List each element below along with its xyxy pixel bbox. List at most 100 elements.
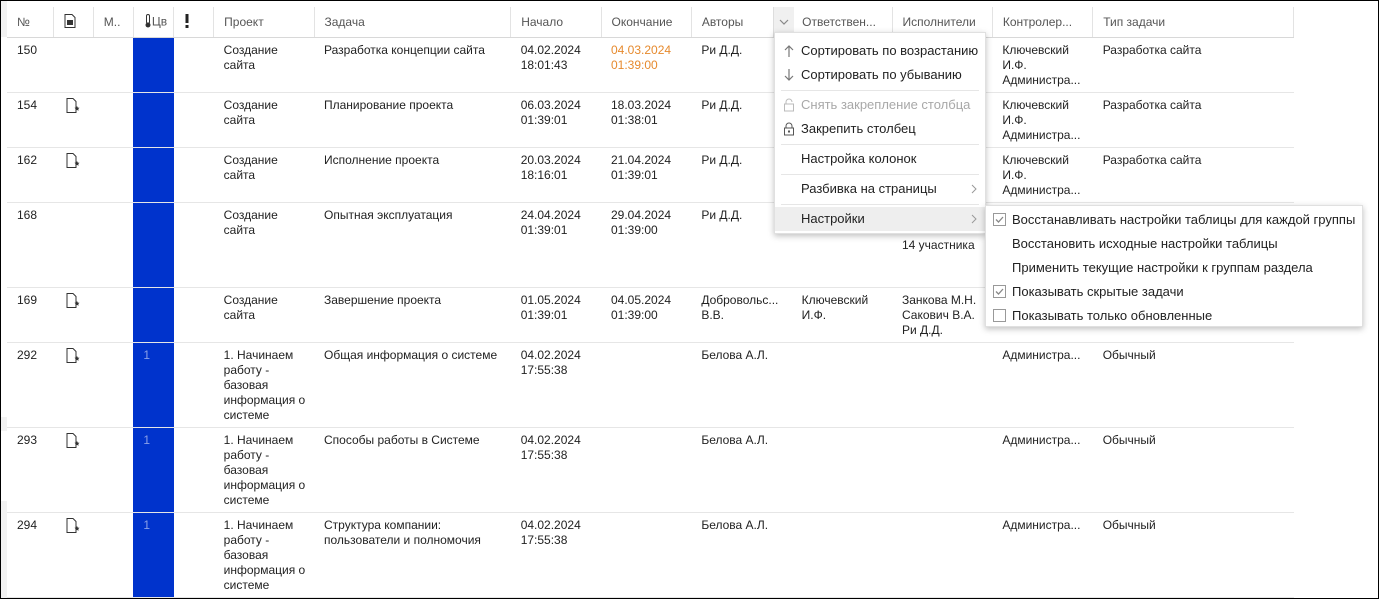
sort-ascending-label: Сортировать по возрастанию bbox=[801, 43, 979, 58]
column-settings-item[interactable]: Настройка колонок bbox=[775, 147, 985, 171]
cell-color: 1 bbox=[133, 427, 174, 513]
cell-attachment[interactable] bbox=[53, 342, 94, 428]
cell-color bbox=[133, 202, 174, 288]
lock-icon bbox=[784, 98, 794, 112]
cell-attachment[interactable] bbox=[53, 287, 94, 343]
col-header-task-type[interactable]: Тип задачи bbox=[1092, 7, 1294, 38]
cell-start: 04.02.2024 18:01:43 bbox=[510, 37, 601, 93]
cell-task: Способы работы в Системе bbox=[314, 427, 511, 513]
table-row[interactable]: 162 Создание сайта Исполнение проекта 20.03… bbox=[7, 147, 1294, 203]
col-header-task[interactable]: Задача bbox=[314, 7, 512, 38]
menu-divider bbox=[781, 174, 979, 175]
cell-number: 150 bbox=[7, 37, 54, 93]
table-row[interactable]: 292 1 1. Начинаем работу - базовая информа… bbox=[7, 342, 1294, 428]
cell-task: Завершение проекта bbox=[314, 287, 511, 343]
cell-end: 18.03.2024 01:38:01 bbox=[601, 92, 692, 148]
cell-project: Создание сайта bbox=[213, 92, 314, 148]
cell-m bbox=[93, 287, 134, 343]
cell-responsible bbox=[791, 342, 892, 428]
cell-number: 162 bbox=[7, 147, 54, 203]
thermometer-icon bbox=[144, 13, 152, 31]
sort-ascending-item[interactable]: Сортировать по возрастанию bbox=[775, 39, 985, 63]
cell-executors bbox=[892, 342, 993, 428]
settings-option[interactable]: Показывать скрытые задачи bbox=[986, 280, 1362, 304]
settings-item[interactable]: Настройки bbox=[775, 207, 985, 231]
document-star-icon[interactable] bbox=[66, 98, 80, 114]
cell-m bbox=[93, 202, 134, 288]
pin-column-item[interactable]: Закрепить столбец bbox=[775, 117, 985, 141]
document-star-icon[interactable] bbox=[66, 518, 80, 534]
cell-executors: Занкова М.Н. Сакович В.А. Ри Д.Д. bbox=[892, 287, 993, 343]
unpin-column-item[interactable]: Снять закрепление столбца bbox=[775, 93, 985, 117]
cell-priority bbox=[173, 287, 214, 343]
cell-controller: Ключевский И.Ф. Администра... bbox=[992, 37, 1093, 93]
cell-controller: Администра... bbox=[992, 427, 1093, 513]
settings-option-label: Восстановить исходные настройки таблицы bbox=[1012, 236, 1278, 251]
cell-project: Создание сайта bbox=[213, 202, 314, 288]
document-star-icon[interactable] bbox=[66, 293, 80, 309]
cell-start: 04.02.2024 17:55:38 bbox=[510, 342, 601, 428]
settings-submenu: Восстанавливать настройки таблицы для ка… bbox=[985, 205, 1363, 327]
document-star-icon[interactable] bbox=[66, 348, 80, 364]
col-header-color-label: Цв bbox=[151, 14, 168, 29]
cell-task-type: Разработка сайта bbox=[1092, 92, 1294, 148]
cell-start: 24.04.2024 01:39:01 bbox=[510, 202, 601, 288]
col-header-attachment[interactable] bbox=[53, 7, 94, 38]
settings-option[interactable]: Применить текущие настройки к группам ра… bbox=[986, 256, 1362, 280]
cell-number: 154 bbox=[7, 92, 54, 148]
settings-option[interactable]: Показывать только обновленные bbox=[986, 304, 1362, 328]
cell-executors bbox=[892, 512, 993, 598]
cell-color: 1 bbox=[133, 512, 174, 598]
col-header-color[interactable]: Цв bbox=[133, 7, 175, 38]
cell-priority bbox=[173, 512, 214, 598]
cell-end: 21.04.2024 01:39:01 bbox=[601, 147, 692, 203]
cell-end bbox=[601, 512, 692, 598]
header-row: № М.. Цв Проект Задача Начало Окончание … bbox=[7, 7, 1294, 38]
paging-item[interactable]: Разбивка на страницы bbox=[775, 177, 985, 201]
document-star-icon[interactable] bbox=[66, 433, 80, 449]
cell-color: 1 bbox=[133, 342, 174, 428]
document-star-icon[interactable] bbox=[66, 153, 80, 169]
col-header-controller[interactable]: Контролер... bbox=[992, 7, 1094, 38]
col-header-priority[interactable] bbox=[173, 7, 215, 38]
cell-attachment[interactable] bbox=[53, 427, 94, 513]
settings-option-label: Показывать скрытые задачи bbox=[1012, 284, 1184, 299]
cell-attachment[interactable] bbox=[53, 92, 94, 148]
cell-task-type: Обычный bbox=[1092, 342, 1294, 428]
cell-attachment bbox=[53, 202, 94, 288]
col-header-m[interactable]: М.. bbox=[93, 7, 134, 38]
cell-attachment[interactable] bbox=[53, 512, 94, 598]
table-row[interactable]: 294 1 1. Начинаем работу - базовая информа… bbox=[7, 512, 1294, 598]
table-row[interactable]: 154 Создание сайта Планирование проекта 06.… bbox=[7, 92, 1294, 148]
sort-descending-item[interactable]: Сортировать по убыванию bbox=[775, 63, 985, 87]
col-header-start[interactable]: Начало bbox=[510, 7, 602, 38]
settings-option[interactable]: Восстанавливать настройки таблицы для ка… bbox=[986, 208, 1362, 232]
cell-priority bbox=[173, 37, 214, 93]
checked-checkbox[interactable] bbox=[993, 213, 1006, 226]
settings-option[interactable]: Восстановить исходные настройки таблицы bbox=[986, 232, 1362, 256]
arrow-down-icon bbox=[784, 69, 794, 81]
cell-authors: Добровольс... В.В. bbox=[691, 287, 792, 343]
cell-responsible bbox=[791, 427, 892, 513]
cell-m bbox=[93, 512, 134, 598]
checkbox[interactable] bbox=[993, 309, 1006, 322]
col-header-project[interactable]: Проект bbox=[213, 7, 315, 38]
document-image-icon bbox=[64, 13, 76, 31]
cell-project: 1. Начинаем работу - базовая информация … bbox=[213, 427, 314, 513]
arrow-up-icon bbox=[784, 45, 794, 57]
col-header-number[interactable]: № bbox=[7, 7, 54, 38]
table-row[interactable]: 293 1 1. Начинаем работу - базовая информа… bbox=[7, 427, 1294, 513]
menu-divider bbox=[781, 90, 979, 91]
cell-color bbox=[133, 92, 174, 148]
unpin-column-label: Снять закрепление столбца bbox=[801, 97, 971, 112]
cell-project: Создание сайта bbox=[213, 287, 314, 343]
table-row[interactable]: 150 Создание сайта Разработка концепции са… bbox=[7, 37, 1294, 93]
cell-controller: Администра... bbox=[992, 342, 1093, 428]
cell-project: Создание сайта bbox=[213, 147, 314, 203]
cell-end bbox=[601, 342, 692, 428]
cell-attachment[interactable] bbox=[53, 147, 94, 203]
cell-end: 04.05.2024 01:39:00 bbox=[601, 287, 692, 343]
cell-controller: Ключевский И.Ф. Администра... bbox=[992, 147, 1093, 203]
checked-checkbox[interactable] bbox=[993, 285, 1006, 298]
col-header-end[interactable]: Окончание bbox=[601, 7, 692, 38]
